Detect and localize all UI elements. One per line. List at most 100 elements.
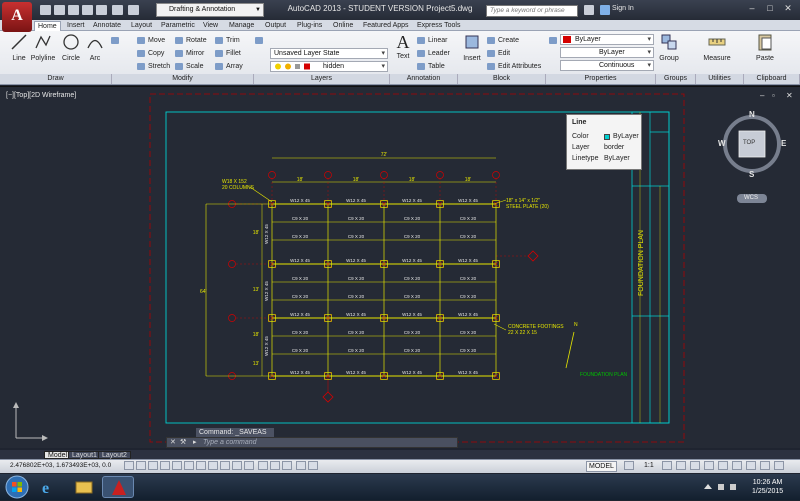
- layers-panel-label[interactable]: Layers: [254, 74, 390, 84]
- maximize-button[interactable]: □: [762, 2, 778, 14]
- status-tray-icon[interactable]: [732, 461, 742, 470]
- scale-button[interactable]: Scale: [174, 61, 204, 72]
- leader-button[interactable]: Leader: [416, 48, 450, 59]
- edit-attributes-button[interactable]: Edit Attributes: [486, 61, 541, 72]
- tab-express-tools[interactable]: Express Tools: [414, 21, 463, 31]
- search-icon[interactable]: [584, 5, 594, 15]
- status-toggle-icon[interactable]: [208, 461, 218, 470]
- taskbar-explorer-icon[interactable]: [68, 476, 100, 498]
- tab-layout1[interactable]: Layout1: [68, 451, 101, 459]
- status-toggle-icon[interactable]: [160, 461, 170, 470]
- save-as-icon[interactable]: [82, 5, 93, 15]
- status-toggle-icon[interactable]: [136, 461, 146, 470]
- status-tray-icon[interactable]: [676, 461, 686, 470]
- fillet-button[interactable]: Fillet: [214, 48, 241, 59]
- status-tray-icon[interactable]: [746, 461, 756, 470]
- circle-button[interactable]: Circle: [60, 33, 82, 62]
- sign-in-button[interactable]: Sign In: [612, 5, 634, 12]
- tab-insert[interactable]: Insert: [64, 21, 88, 31]
- new-icon[interactable]: [40, 5, 51, 15]
- command-close-icon[interactable]: ✕: [170, 438, 176, 447]
- search-input[interactable]: Type a keyword or phrase: [486, 5, 578, 17]
- taskbar-ie-icon[interactable]: e: [32, 476, 64, 498]
- compass-e[interactable]: E: [781, 139, 786, 148]
- status-toggle-icon[interactable]: [220, 461, 230, 470]
- viewcube[interactable]: N S E W TOP WCS: [717, 108, 789, 206]
- modify-panel-label[interactable]: Modify: [112, 74, 254, 84]
- status-toggle-icon[interactable]: [296, 461, 306, 470]
- layer-properties-icon[interactable]: [254, 35, 266, 46]
- annotation-panel-label[interactable]: Annotation: [390, 74, 458, 84]
- utilities-panel-label[interactable]: Utilities: [696, 74, 744, 84]
- block-panel-label[interactable]: Block: [458, 74, 546, 84]
- save-icon[interactable]: [68, 5, 79, 15]
- tab-output[interactable]: Output: [262, 21, 289, 31]
- model-space-button[interactable]: MODEL: [586, 461, 617, 472]
- status-toggle-icon[interactable]: [282, 461, 292, 470]
- status-tray-icon[interactable]: [774, 461, 784, 470]
- polyline-button[interactable]: Polyline: [30, 33, 56, 62]
- system-clock[interactable]: 10:26 AM 1/25/2015: [752, 478, 783, 496]
- copy-button[interactable]: Copy: [136, 48, 164, 59]
- status-tray-icon[interactable]: [718, 461, 728, 470]
- coordinate-readout[interactable]: 2.476802E+03, 1.673493E+03, 0.0: [10, 462, 111, 469]
- command-input[interactable]: Type a command: [203, 438, 257, 447]
- status-toggle-icon[interactable]: [148, 461, 158, 470]
- create-block-button[interactable]: Create: [486, 35, 519, 46]
- array-button[interactable]: Array: [214, 61, 243, 72]
- tab-manage[interactable]: Manage: [226, 21, 257, 31]
- compass-w[interactable]: W: [718, 139, 726, 148]
- status-tray-icon[interactable]: [662, 461, 672, 470]
- status-toggle-icon[interactable]: [184, 461, 194, 470]
- status-toggle-icon[interactable]: [308, 461, 318, 470]
- groups-panel-label[interactable]: Groups: [656, 74, 696, 84]
- arc-button[interactable]: Arc: [84, 33, 106, 62]
- command-line[interactable]: ✕ ⚒ ▸ Type a command: [166, 437, 458, 448]
- trim-button[interactable]: Trim: [214, 35, 240, 46]
- start-button[interactable]: [3, 474, 31, 500]
- status-toggle-icon[interactable]: [244, 461, 254, 470]
- rotate-button[interactable]: Rotate: [174, 35, 207, 46]
- line-button[interactable]: Line: [8, 33, 30, 62]
- stretch-button[interactable]: Stretch: [136, 61, 170, 72]
- tab-layout[interactable]: Layout: [128, 21, 155, 31]
- status-tray-icon[interactable]: [690, 461, 700, 470]
- clipboard-panel-label[interactable]: Clipboard: [744, 74, 800, 84]
- status-tray-icon[interactable]: [704, 461, 714, 470]
- match-properties-icon[interactable]: [548, 35, 560, 46]
- color-dropdown[interactable]: ByLayer: [560, 34, 654, 45]
- application-menu-button[interactable]: A: [2, 2, 32, 32]
- compass-n[interactable]: N: [749, 110, 755, 119]
- tab-layout2[interactable]: Layout2: [98, 451, 131, 459]
- text-button[interactable]: A Text: [392, 33, 414, 60]
- workspace-dropdown[interactable]: Drafting & Annotation: [156, 3, 264, 17]
- tab-parametric[interactable]: Parametric: [158, 21, 198, 31]
- insert-button[interactable]: Insert: [460, 33, 484, 62]
- tab-online[interactable]: Online: [330, 21, 356, 31]
- status-tray-icon[interactable]: [624, 461, 634, 470]
- drawing-canvas[interactable]: FOUNDATION PLAN 72' 18' 18' 18' 18' 18' 13' 18'…: [0, 86, 800, 448]
- move-button[interactable]: Move: [136, 35, 165, 46]
- status-toggle-icon[interactable]: [232, 461, 242, 470]
- plot-icon[interactable]: [96, 5, 107, 15]
- taskbar-autocad-icon[interactable]: [102, 476, 134, 498]
- mirror-button[interactable]: Mirror: [174, 48, 204, 59]
- tab-plug-ins[interactable]: Plug-ins: [294, 21, 325, 31]
- status-toggle-icon[interactable]: [270, 461, 280, 470]
- open-icon[interactable]: [54, 5, 65, 15]
- group-button[interactable]: Group: [658, 33, 680, 62]
- tab-view[interactable]: View: [200, 21, 221, 31]
- tab-annotate[interactable]: Annotate: [90, 21, 124, 31]
- minimize-button[interactable]: –: [744, 2, 760, 14]
- linear-dimension-button[interactable]: Linear: [416, 35, 447, 46]
- status-tray-icon[interactable]: [760, 461, 770, 470]
- command-settings-icon[interactable]: ⚒: [180, 438, 186, 447]
- annotation-scale[interactable]: 1:1: [644, 462, 654, 469]
- status-toggle-icon[interactable]: [196, 461, 206, 470]
- paste-button[interactable]: Paste: [754, 33, 776, 62]
- modify-tool-icon[interactable]: [110, 35, 122, 46]
- properties-panel-label[interactable]: Properties: [546, 74, 656, 84]
- tab-featured-apps[interactable]: Featured Apps: [360, 21, 412, 31]
- layer-state-dropdown[interactable]: Unsaved Layer State: [270, 48, 388, 59]
- draw-panel-label[interactable]: Draw: [0, 74, 112, 84]
